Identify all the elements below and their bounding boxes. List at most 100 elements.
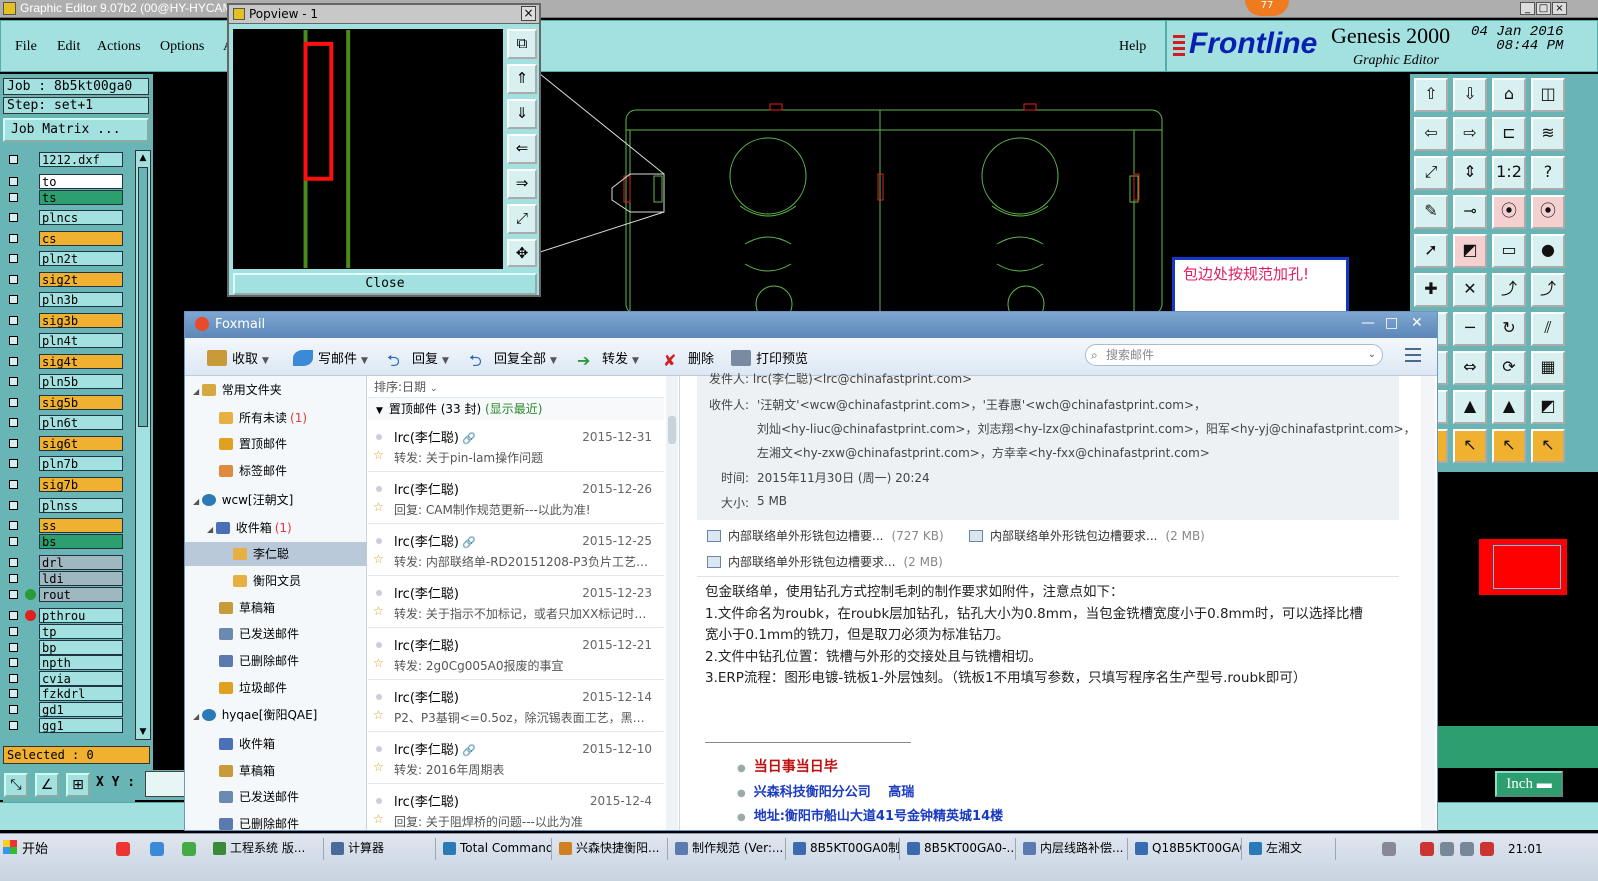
mail-item[interactable]: lrc(李仁聪) 2015-12-21 ☆ 转发: 2g0Cg005A0报废的事宜 [368,628,664,680]
layer-row[interactable]: tp [5,624,125,639]
layer-checkbox[interactable] [9,439,18,448]
move-left-icon[interactable]: ⇦ [1414,117,1448,151]
maximize-button[interactable]: □ [1536,2,1551,15]
layer-name[interactable]: npth [39,655,123,670]
pan-up-icon[interactable]: ⇑ [507,64,537,94]
menu-icon[interactable] [1405,348,1421,362]
pan-left-icon[interactable]: ⇐ [507,134,537,164]
layer-row[interactable]: ts [5,190,125,205]
star-icon[interactable]: ☆ [373,656,384,670]
grid-icon[interactable]: ▦ [1531,351,1565,385]
layer-checkbox[interactable] [9,295,18,304]
expand-arrow-icon[interactable]: ◢ [193,497,202,506]
route-icon[interactable]: ⤴ [1531,273,1565,307]
menu-actions[interactable]: Actions [97,39,141,55]
layer-name[interactable]: pln7b [39,456,123,471]
layer-row[interactable]: fzkdrl [5,686,125,701]
scale-icon[interactable]: 1:2 [1492,156,1526,190]
layer-name[interactable]: tp [39,624,123,639]
layer-checkbox[interactable] [9,377,18,386]
reply-all-button[interactable]: ⮌ 回复全部 ▼ [469,348,557,370]
layer-checkbox[interactable] [9,177,18,186]
layer-row[interactable]: to [5,174,125,189]
layer-checkbox[interactable] [9,674,18,683]
fx-minimize-icon[interactable]: — [1361,315,1375,331]
folder-item[interactable]: 标签邮件 [185,459,367,483]
layer-row[interactable]: sig4t [5,354,125,369]
edit-icon[interactable]: ✎ [1414,195,1448,229]
select-icon[interactable]: ↖ [1531,429,1565,463]
print-preview-button[interactable]: 打印预览 [731,348,808,367]
dot-icon[interactable]: ● [1531,234,1565,268]
taskbar-item[interactable]: 8B5KT00GA0制... [790,838,900,860]
layer-row[interactable]: pln6t [5,415,125,430]
delete-button[interactable]: ✘ 删除 [663,348,714,370]
zoom-in-icon[interactable]: ⤢ [507,204,537,234]
layer-name[interactable]: plnss [39,498,123,513]
menu-help[interactable]: Help [1119,39,1146,55]
layer-name[interactable]: pln5b [39,374,123,389]
layer-checkbox[interactable] [9,336,18,345]
layer-checkbox[interactable] [9,643,18,652]
receive-button[interactable]: 收取 ▼ [207,348,269,367]
node-icon[interactable]: ⦿ [1492,195,1526,229]
swap-icon[interactable]: ⇔ [1453,351,1487,385]
resize-icon[interactable]: ⇕ [1453,156,1487,190]
layer-row[interactable]: 1212.dxf [5,152,125,167]
layer-name[interactable]: cvia [39,671,123,686]
folder-item[interactable]: ◢ 常用文件夹 [185,378,367,402]
layer-checkbox[interactable] [9,521,18,530]
layer-checkbox[interactable] [9,234,18,243]
folder-item[interactable]: 置顶邮件 [185,432,367,456]
layer-checkbox[interactable] [9,501,18,510]
measure-icon[interactable]: ⤡ [4,773,28,797]
ie-icon[interactable] [150,842,164,856]
xy-input[interactable] [145,771,185,797]
star-icon[interactable]: ☆ [373,552,384,566]
taskbar-item[interactable]: 8B5KT00GA0-... [904,838,1016,860]
layer-row[interactable]: cvia [5,671,125,686]
tray-icon[interactable] [1382,842,1396,856]
forward-button[interactable]: ➔ 转发 ▼ [577,348,639,370]
scroll-thumb[interactable] [138,167,148,427]
layer-checkbox[interactable] [9,398,18,407]
layer-name[interactable]: ss [39,518,123,533]
folder-item[interactable]: 垃圾邮件 [185,676,367,700]
layer-name[interactable]: pln6t [39,415,123,430]
thumbnail-view[interactable] [1478,538,1568,596]
layer-row[interactable]: sig7b [5,477,125,492]
star-icon[interactable]: ☆ [373,812,384,826]
search-input[interactable]: ⌕ 搜索邮件 ⌄ [1085,344,1383,366]
rotate-icon[interactable]: ↻ [1492,312,1526,346]
shape-icon[interactable]: ◩ [1453,234,1487,268]
layer-name[interactable]: pln2t [39,251,123,266]
connect-icon[interactable]: ⊸ [1453,195,1487,229]
layer-name[interactable]: cs [39,231,123,246]
popview-close-button[interactable]: Close [233,273,537,295]
star-icon[interactable]: ☆ [373,448,384,462]
layer-checkbox[interactable] [9,658,18,667]
layer-name[interactable]: pthrou [39,608,123,623]
clock[interactable]: 21:01 [1508,842,1543,856]
layer-checkbox[interactable] [9,705,18,714]
layer-checkbox[interactable] [9,558,18,567]
select-icon[interactable]: ↖ [1492,429,1526,463]
menu-file[interactable]: File [15,39,37,55]
layer-row[interactable]: sig2t [5,272,125,287]
folder-item[interactable]: 李仁聪 [185,542,367,566]
layer-row[interactable]: pthrou [5,608,125,623]
folder-item[interactable]: 所有未读 (1) [185,406,367,430]
layer-name[interactable]: ts [39,190,123,205]
layer-row[interactable]: pln2t [5,251,125,266]
compose-button[interactable]: 写邮件 ▼ [293,348,368,367]
mail-item[interactable]: lrc(李仁聪) 2015-12-14 ☆ P2、P3基铜<=0.5oz，除沉锡表面工… [368,680,664,732]
bracket-icon[interactable]: ⊏ [1492,117,1526,151]
mail-item[interactable]: lrc(李仁聪) 2015-12-23 ☆ 转发: 关于指示不加标记，或者只加XX标记… [368,576,664,628]
folder-item[interactable]: 收件箱 [185,732,367,756]
ruler-icon[interactable]: ▭ [1492,234,1526,268]
show-recent-link[interactable]: (显示最近) [485,402,542,416]
layer-checkbox[interactable] [9,357,18,366]
mail-item[interactable]: lrc(李仁聪) 2015-12-26 ☆ 回复: CAM制作规范更新---以此为准! [368,472,664,524]
chrome-icon[interactable] [116,842,130,856]
layer-name[interactable]: bp [39,640,123,655]
